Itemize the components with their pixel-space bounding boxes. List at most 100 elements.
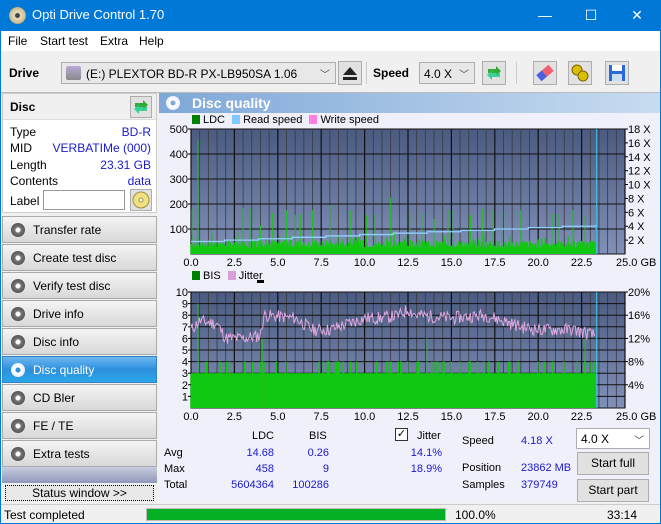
close-button[interactable]: ✕ — [614, 0, 660, 31]
jitter-checkbox[interactable]: ✓ — [395, 428, 408, 441]
disc-label-input[interactable] — [43, 190, 125, 210]
stats-ldc-value: 5604364 — [231, 479, 274, 491]
stats-jitter-value: 14.1% — [410, 447, 442, 459]
y2-tick-label: 4% — [628, 380, 644, 392]
eject-icon — [343, 67, 357, 80]
progress-fill — [147, 509, 445, 520]
refresh-button[interactable] — [482, 61, 506, 85]
disc-quality-panel: Disc quality LDC Read speed Write speed … — [159, 93, 660, 503]
stats-ldc-value: 458 — [255, 463, 274, 475]
stats-row-label: Avg — [164, 447, 183, 459]
toolbar-separator — [516, 62, 517, 84]
nav-spacer — [2, 467, 157, 483]
nav-fe-te[interactable]: FE / TE — [2, 412, 157, 439]
save-button[interactable] — [605, 61, 629, 85]
y-tick-label: 3 — [182, 368, 188, 380]
maximize-button[interactable]: ☐ — [568, 0, 614, 31]
x-tick-label: 0.0 — [183, 411, 198, 423]
nav-create-test-disc[interactable]: Create test disc — [2, 244, 157, 271]
disc-refresh-button[interactable] — [130, 96, 152, 118]
window-title: Opti Drive Control 1.70 — [32, 7, 165, 22]
stats-ldc-value: 14.68 — [246, 447, 274, 459]
stats-jitter-header: Jitter — [417, 430, 441, 442]
nav-disc-info[interactable]: Disc info — [2, 328, 157, 355]
menu-help[interactable]: Help — [139, 34, 164, 48]
x-tick-label: 5.0 — [270, 411, 285, 423]
nav-disc-quality[interactable]: Disc quality — [2, 356, 157, 383]
minimize-button[interactable]: — — [522, 0, 568, 31]
menu-start-test[interactable]: Start test — [40, 34, 88, 48]
settings-button[interactable] — [568, 61, 592, 85]
x-tick-label: 15.0 — [441, 257, 462, 266]
nav-drive-info[interactable]: Drive info — [2, 300, 157, 327]
eject-button[interactable] — [338, 61, 362, 85]
refresh-icon — [487, 66, 501, 80]
panel-title: Disc quality — [192, 95, 271, 111]
chevron-down-icon: ﹀ — [634, 436, 644, 447]
progress-bar — [146, 508, 446, 521]
save-icon — [609, 65, 625, 81]
toolbar: Drive (E:) PLEXTOR BD-R PX-LB950SA 1.06 … — [1, 51, 660, 93]
toolbar-separator — [366, 62, 367, 84]
x-tick-label: 20.0 — [527, 257, 548, 266]
drive-select[interactable]: (E:) PLEXTOR BD-R PX-LB950SA 1.06 ﹀ — [61, 62, 336, 84]
nav-label: Verify test disc — [33, 279, 111, 293]
speed-select[interactable]: 4.0 X ﹀ — [419, 62, 475, 84]
y2-tick-label: 2 X — [628, 235, 645, 247]
y-tick-label: 9 — [182, 299, 188, 311]
disc-mid-value: VERBATIMe (000) — [52, 141, 151, 155]
disc-icon — [11, 251, 25, 265]
progress-label: 100.0% — [455, 508, 496, 522]
samples-value: 379749 — [521, 479, 558, 491]
disc-icon — [11, 363, 25, 377]
stats-bis-value: 100286 — [292, 479, 329, 491]
nav-transfer-rate[interactable]: Transfer rate — [2, 216, 157, 243]
nav-verify-test-disc[interactable]: Verify test disc — [2, 272, 157, 299]
speed-label: Speed — [462, 435, 494, 447]
disc-icon — [11, 419, 25, 433]
nav-label: Disc quality — [33, 363, 95, 377]
x-tick-label: 2.5 — [227, 411, 242, 423]
speed-value: 4.18 X — [521, 435, 553, 447]
disc-label-label: Label — [10, 194, 40, 208]
position-value: 23862 MB — [521, 462, 572, 474]
legend-marker — [257, 280, 264, 283]
menu-file[interactable]: File — [8, 34, 27, 48]
drive-icon — [66, 66, 81, 80]
test-speed-select[interactable]: 4.0 X ﹀ — [576, 428, 650, 449]
y2-tick-label: 18 X — [628, 124, 651, 136]
menu-extra[interactable]: Extra — [100, 34, 128, 48]
start-part-button[interactable]: Start part — [577, 479, 649, 502]
app-disc-icon — [9, 7, 26, 24]
disc-icon — [11, 307, 25, 321]
disc-length-value: 23.31 GB — [100, 158, 151, 172]
x-tick-label: 12.5 — [397, 411, 418, 423]
y-tick-label: 1 — [182, 391, 188, 403]
drive-select-value: (E:) PLEXTOR BD-R PX-LB950SA 1.06 — [86, 67, 298, 81]
stats-row-label: Total — [164, 479, 188, 491]
ldc-chart: 0.0 2.5 5.0 7.5 10.0 12.5 15.0 17.5 20.0 22.5 25.0… — [170, 124, 657, 266]
menu-bar: File Start test Extra Help — [1, 31, 660, 51]
nav-extra-tests[interactable]: Extra tests — [2, 440, 157, 467]
disc-label-button[interactable] — [130, 189, 152, 211]
speed-label: Speed — [373, 66, 410, 80]
status-window-button[interactable]: Status window >> — [5, 485, 154, 501]
status-text: Test completed — [4, 508, 85, 522]
erase-button[interactable] — [533, 61, 557, 85]
disc-info-box: Disc Type BD-R MID VERBATIMe (000) Lengt… — [2, 93, 157, 213]
y-tick-label: 300 — [170, 174, 188, 186]
disc-type-label: Type — [10, 125, 37, 139]
nav-label: Disc info — [33, 335, 80, 349]
x-tick-label: 10.0 — [354, 257, 375, 266]
y-tick-label: 200 — [170, 199, 188, 211]
disc-quality-icon — [166, 96, 180, 110]
start-full-button[interactable]: Start full — [577, 452, 649, 475]
nav-cd-bler[interactable]: CD Bler — [2, 384, 157, 411]
y2-tick-label: 16 X — [628, 138, 651, 150]
disc-length-label: Length — [10, 158, 47, 172]
refresh-icon — [134, 100, 148, 114]
samples-label: Samples — [462, 479, 505, 491]
y2-tick-label: 14 X — [628, 152, 651, 164]
stats-row-label: Max — [164, 463, 185, 475]
erase-icon — [536, 64, 554, 82]
